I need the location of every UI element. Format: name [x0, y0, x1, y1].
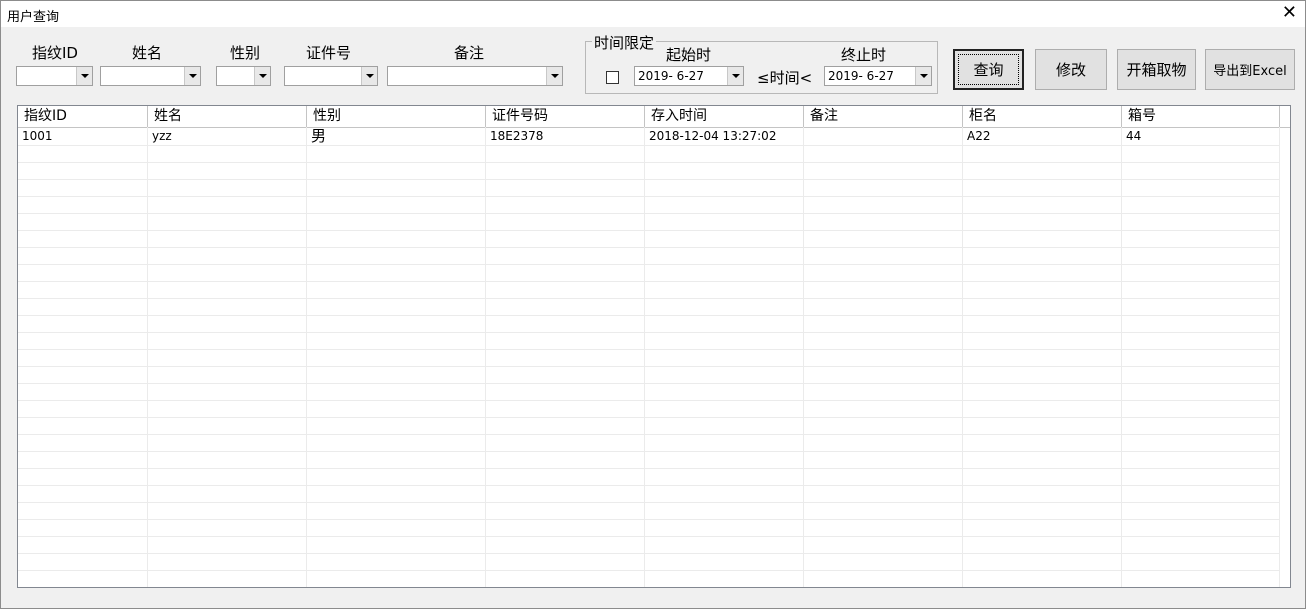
- grid-line: [18, 519, 1280, 520]
- grid-line: [18, 332, 1280, 333]
- modify-button-label: 修改: [1055, 61, 1086, 79]
- chevron-down-icon[interactable]: [184, 67, 200, 85]
- grid-line: [18, 383, 1280, 384]
- column-header-name[interactable]: 姓名: [148, 106, 307, 127]
- column-header-note[interactable]: 备注: [804, 106, 963, 127]
- time-limit-legend: 时间限定: [592, 32, 657, 53]
- grid-line: [18, 434, 1280, 435]
- grid-line: [18, 179, 1280, 180]
- name-label: 姓名: [132, 44, 163, 62]
- end-date-picker[interactable]: 2019- 6-27: [824, 66, 932, 86]
- column-header-gender[interactable]: 性别: [307, 106, 486, 127]
- grid-line: [18, 230, 1280, 231]
- grid-line: [18, 485, 1280, 486]
- grid-line: [18, 213, 1280, 214]
- results-table[interactable]: 指纹ID 姓名 性别 证件号码 存入时间 备注 柜名 箱号 1001 yzz 男…: [17, 105, 1291, 588]
- time-limit-group: 时间限定 起始时 终止时 2019- 6-27 ≤时间< 2019- 6-27: [585, 32, 938, 94]
- time-limit-checkbox[interactable]: [606, 71, 619, 84]
- time-operator-label: ≤时间<: [757, 69, 813, 87]
- grid-line: [18, 349, 1280, 350]
- cell-fingerprint: 1001: [18, 128, 148, 145]
- gender-select[interactable]: [216, 66, 271, 86]
- start-date-value: 2019- 6-27: [638, 69, 704, 83]
- grid-line: [18, 162, 1280, 163]
- grid-line: [18, 264, 1280, 265]
- close-icon[interactable]: ✕: [1282, 3, 1297, 23]
- start-time-label: 起始时: [666, 46, 712, 64]
- grid-line: [18, 400, 1280, 401]
- chevron-down-icon[interactable]: [915, 67, 931, 85]
- grid-line: [18, 417, 1280, 418]
- grid-line: [18, 366, 1280, 367]
- modify-button[interactable]: 修改: [1035, 49, 1107, 90]
- cell-cabinet: A22: [963, 128, 1122, 145]
- cell-box: 44: [1122, 128, 1280, 145]
- start-date-picker[interactable]: 2019- 6-27: [634, 66, 744, 86]
- chevron-down-icon[interactable]: [254, 67, 270, 85]
- fingerprint-select[interactable]: [16, 66, 93, 86]
- grid-line: [18, 468, 1280, 469]
- column-header-cabinet[interactable]: 柜名: [963, 106, 1122, 127]
- gender-label: 性别: [230, 44, 261, 62]
- grid-line: [18, 570, 1280, 571]
- cell-note: [804, 128, 963, 145]
- grid-line: [18, 315, 1280, 316]
- grid-line: [18, 281, 1280, 282]
- cell-id: 18E2378: [486, 128, 645, 145]
- cell-stored-time: 2018-12-04 13:27:02: [645, 128, 804, 145]
- grid-line: [18, 553, 1280, 554]
- chevron-down-icon[interactable]: [76, 67, 92, 85]
- export-button-label: 导出到Excel: [1213, 64, 1287, 79]
- grid-line: [18, 298, 1280, 299]
- column-header-box[interactable]: 箱号: [1122, 106, 1280, 127]
- note-select[interactable]: [387, 66, 563, 86]
- table-header: 指纹ID 姓名 性别 证件号码 存入时间 备注 柜名 箱号: [18, 106, 1290, 128]
- column-header-fingerprint[interactable]: 指纹ID: [18, 106, 148, 127]
- grid-line: [18, 502, 1280, 503]
- chevron-down-icon[interactable]: [361, 67, 377, 85]
- user-query-window: 用户查询 ✕ 指纹ID 姓名 性别 证件号 备注 时间限定 起始时 终止时 20…: [0, 0, 1306, 609]
- table-row[interactable]: 1001 yzz 男 18E2378 2018-12-04 13:27:02 A…: [18, 128, 1280, 145]
- title-bar: 用户查询 ✕: [1, 1, 1305, 27]
- chevron-down-icon[interactable]: [727, 67, 743, 85]
- cell-name: yzz: [148, 128, 307, 145]
- cell-gender: 男: [307, 128, 486, 145]
- note-label: 备注: [454, 44, 485, 62]
- grid-line: [18, 451, 1280, 452]
- column-header-id[interactable]: 证件号码: [486, 106, 645, 127]
- grid-line: [18, 536, 1280, 537]
- id-label: 证件号: [306, 44, 352, 62]
- name-select[interactable]: [100, 66, 201, 86]
- grid-line: [18, 196, 1280, 197]
- grid-line: [18, 145, 1280, 146]
- open-box-button[interactable]: 开箱取物: [1117, 49, 1196, 90]
- column-header-stored-time[interactable]: 存入时间: [645, 106, 804, 127]
- fingerprint-label: 指纹ID: [32, 44, 78, 62]
- open-box-button-label: 开箱取物: [1126, 61, 1187, 79]
- id-select[interactable]: [284, 66, 378, 86]
- window-title: 用户查询: [7, 10, 60, 25]
- end-time-label: 终止时: [841, 46, 887, 64]
- query-button[interactable]: 查询: [953, 49, 1024, 90]
- chevron-down-icon[interactable]: [546, 67, 562, 85]
- export-excel-button[interactable]: 导出到Excel: [1205, 49, 1295, 90]
- focus-rect: [958, 54, 1019, 85]
- end-date-value: 2019- 6-27: [828, 69, 894, 83]
- grid-line: [18, 247, 1280, 248]
- scrollbar-corner: [1279, 106, 1290, 127]
